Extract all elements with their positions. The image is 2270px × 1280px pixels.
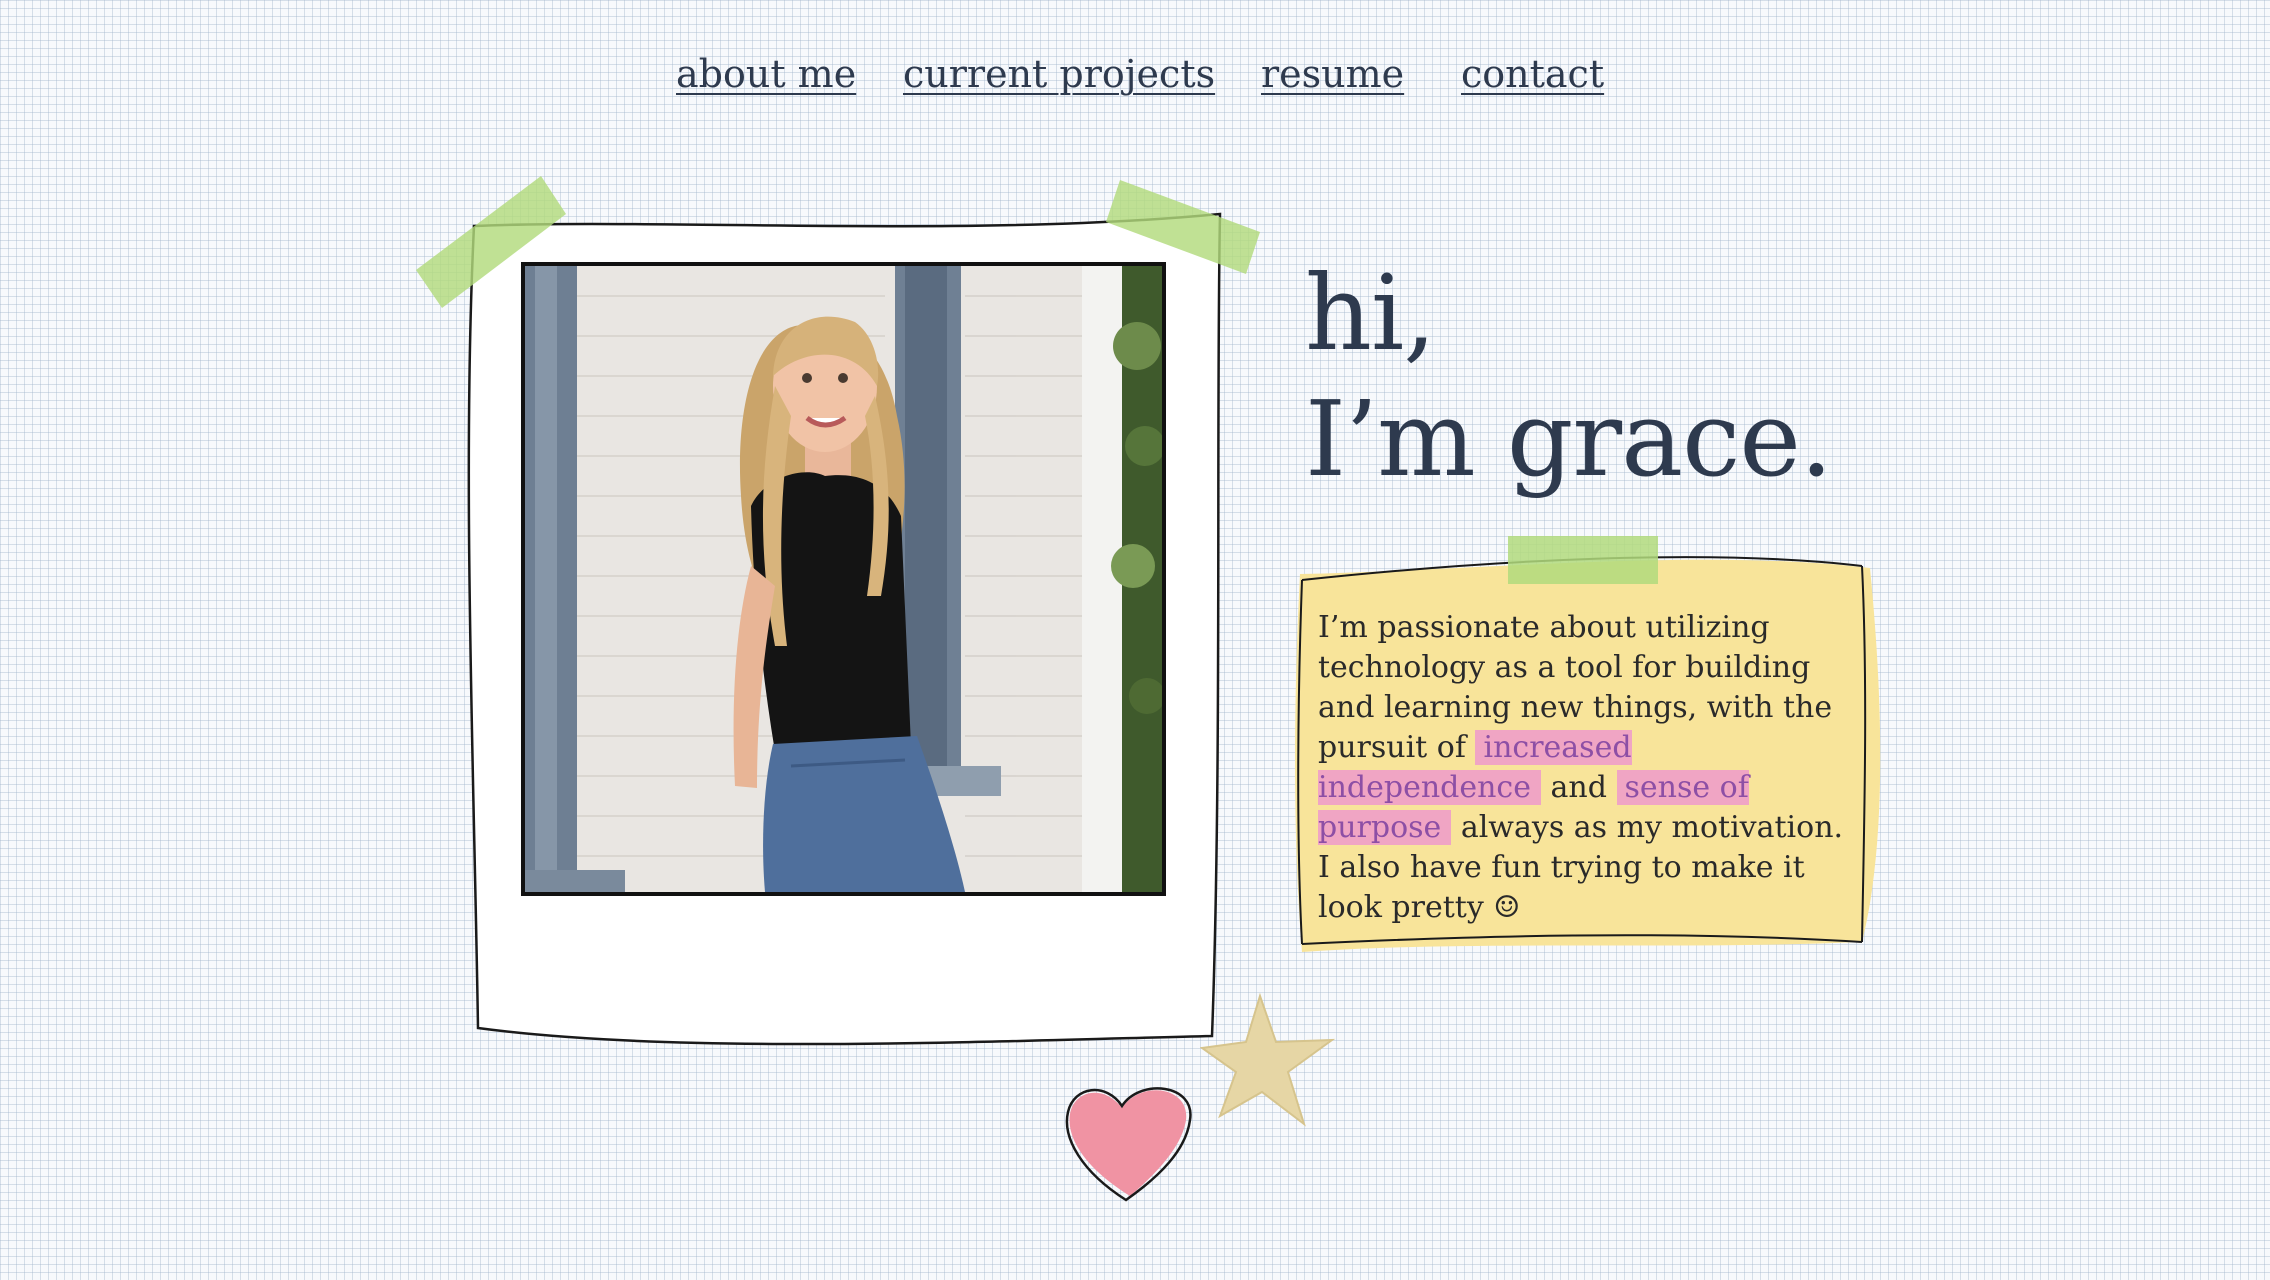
nav-resume-link[interactable]: resume [1261, 52, 1404, 96]
nav-contact-link[interactable]: contact [1461, 52, 1604, 96]
star-sticker-icon [1200, 992, 1336, 1127]
profile-photo [521, 262, 1166, 896]
profile-photo-illustration [525, 266, 1162, 892]
bio-text-middle: and [1550, 770, 1607, 805]
greeting-line-2: I’m grace. [1305, 378, 1833, 500]
greeting-line-1: hi, [1305, 252, 1436, 374]
top-nav: about me current projects resume contact [0, 52, 2270, 112]
nav-about-me-link[interactable]: about me [676, 52, 856, 96]
nav-current-projects-link[interactable]: current projects [903, 52, 1215, 96]
hero-greeting: hi, I’m grace. [1305, 250, 1833, 502]
tape-note [1508, 536, 1658, 584]
heart-sticker-icon [1065, 1087, 1192, 1202]
bio-text: I’m passionate about utilizing technolog… [1318, 608, 1858, 928]
